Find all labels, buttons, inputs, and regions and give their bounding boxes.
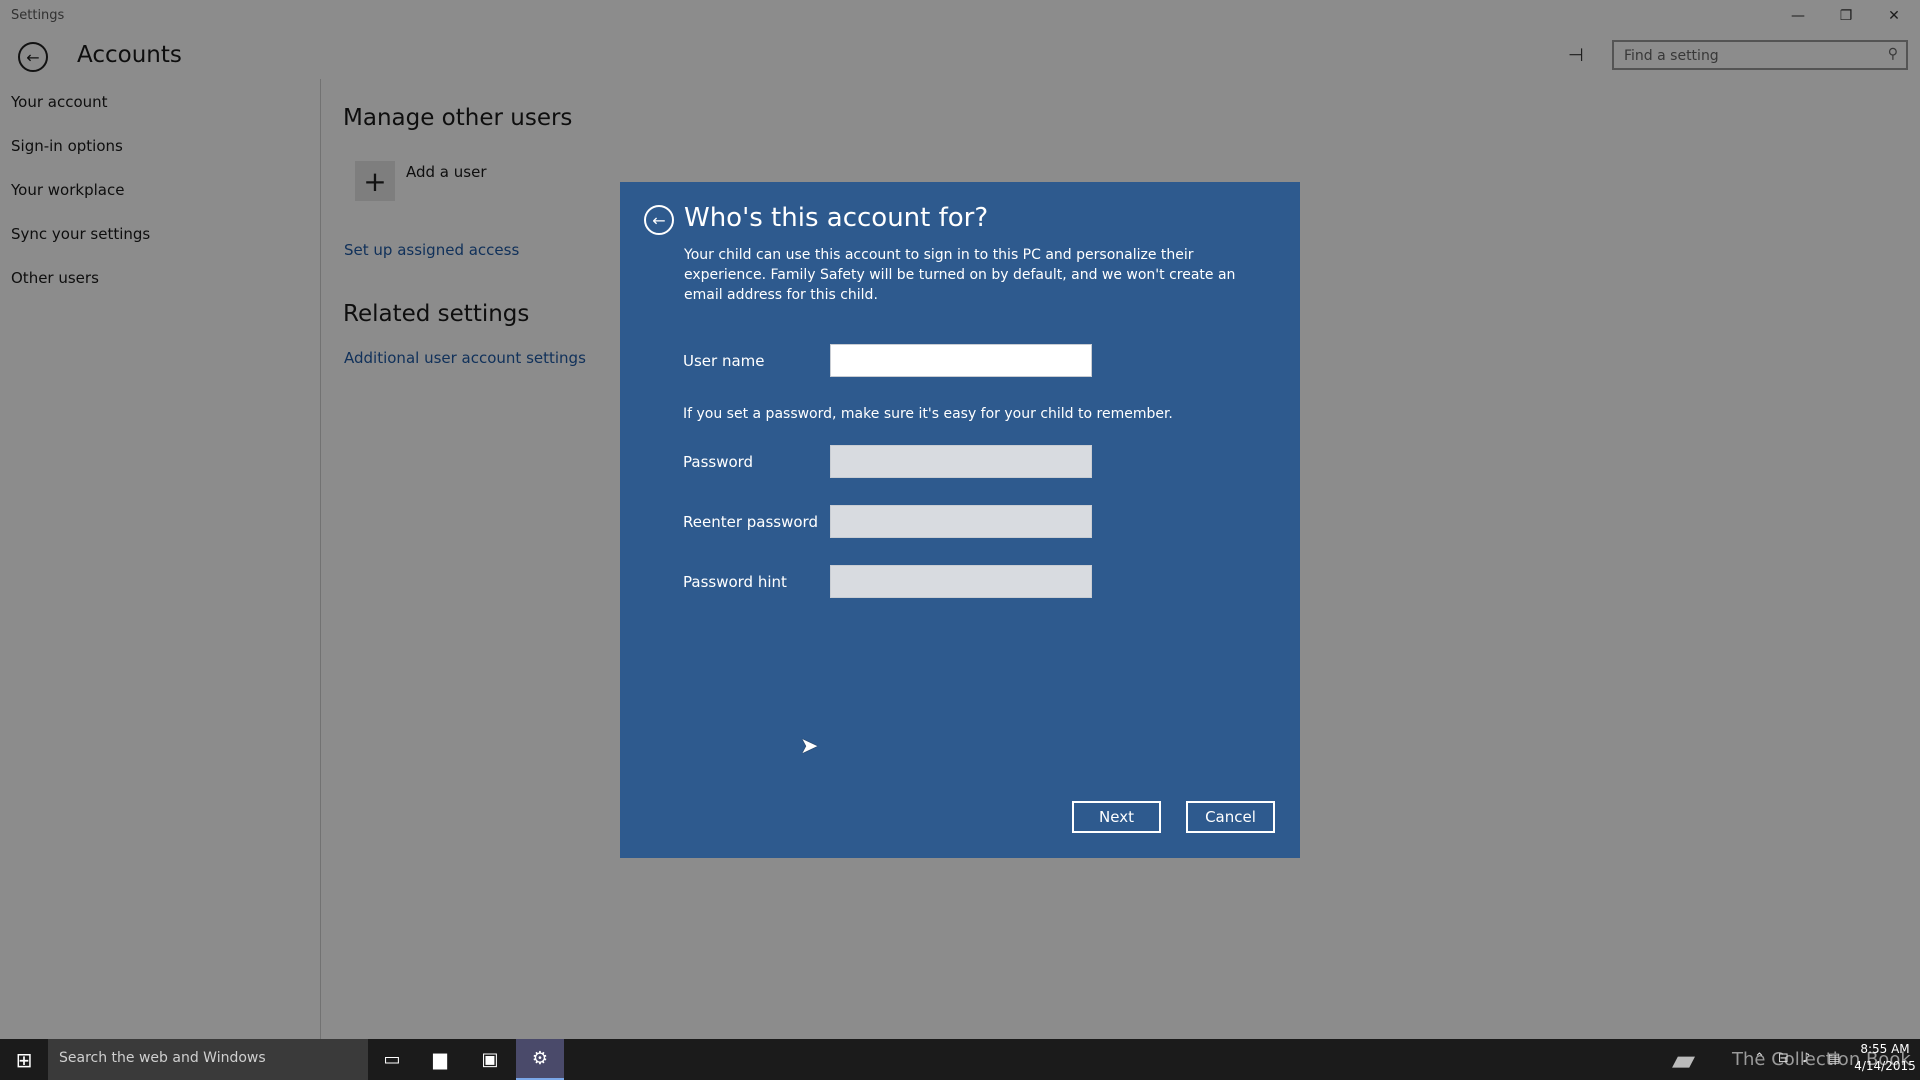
reenter-password-label: Reenter password (683, 513, 818, 531)
taskbar-search-box[interactable]: Search the web and Windows (48, 1039, 368, 1080)
clock-time: 8:55 AM (1860, 1042, 1910, 1056)
clock-date: 4/14/2015 (1854, 1059, 1916, 1073)
network-icon[interactable]: ⊟ (1778, 1051, 1789, 1066)
book-icon: ▰ (1672, 1043, 1696, 1078)
add-child-dialog: ← Who's this account for? Your child can… (620, 182, 1300, 858)
taskbar-search-text: Search the web and Windows (59, 1050, 266, 1066)
dialog-title: Who's this account for? (684, 203, 989, 233)
cancel-button[interactable]: Cancel (1186, 801, 1275, 833)
reenter-password-field[interactable] (830, 505, 1092, 538)
password-hint-field[interactable] (830, 565, 1092, 598)
file-explorer-icon[interactable]: ▆ (416, 1039, 464, 1080)
task-view-icon[interactable]: ▭ (368, 1039, 416, 1080)
mouse-pointer-icon: ➤ (800, 734, 819, 759)
password-label: Password (683, 453, 754, 471)
password-field[interactable] (830, 445, 1092, 478)
taskbar: ⊞ Search the web and Windows ▭ ▆ ▣ ⚙ ▰ T… (0, 1039, 1920, 1080)
username-label: User name (683, 352, 765, 370)
chevron-up-icon[interactable]: ⌃ (1754, 1051, 1765, 1066)
password-hint-label: Password hint (683, 573, 787, 591)
back-arrow-icon: ← (652, 210, 666, 230)
dialog-back-button[interactable]: ← (644, 205, 674, 235)
system-tray: ⌃ ⊟ ♪ ▤ (1750, 1039, 1860, 1080)
dialog-description: Your child can use this account to sign … (684, 247, 1236, 303)
password-note: If you set a password, make sure it's ea… (683, 406, 1173, 422)
clock[interactable]: 8:55 AM 4/14/2015 (1852, 1041, 1918, 1079)
username-field[interactable] (830, 344, 1092, 377)
volume-icon[interactable]: ♪ (1802, 1051, 1810, 1066)
settings-gear-icon[interactable]: ⚙ (516, 1039, 564, 1080)
windows-logo-icon: ⊞ (15, 1047, 33, 1072)
action-center-icon[interactable]: ▤ (1828, 1051, 1840, 1066)
start-button[interactable]: ⊞ (0, 1039, 48, 1080)
next-button[interactable]: Next (1072, 801, 1161, 833)
store-icon[interactable]: ▣ (466, 1039, 514, 1080)
